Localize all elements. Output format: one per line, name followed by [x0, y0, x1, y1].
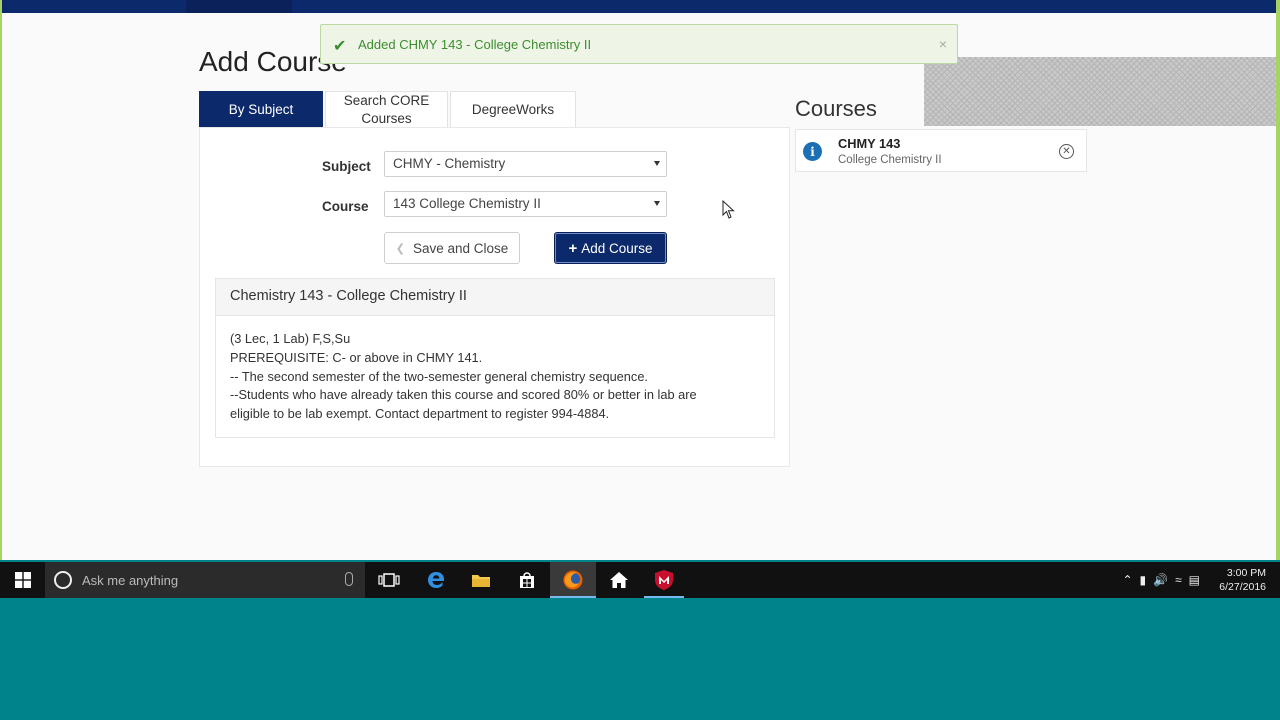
- overlay-pattern: [924, 57, 1276, 126]
- remove-course-icon[interactable]: ✕: [1059, 144, 1074, 159]
- courses-panel-title: Courses: [795, 96, 877, 121]
- top-nav-bar: [0, 0, 1280, 13]
- taskbar-search-box[interactable]: Ask me anything: [45, 562, 365, 598]
- task-view-button[interactable]: [370, 562, 408, 598]
- task-view-icon: [378, 573, 400, 587]
- tab-by-subject[interactable]: By Subject: [199, 91, 323, 127]
- firefox-taskbar-button[interactable]: [550, 562, 596, 598]
- home-icon: [610, 572, 628, 588]
- file-explorer-button[interactable]: [462, 562, 500, 598]
- clock[interactable]: 3:00 PM 6/27/2016: [1219, 566, 1266, 594]
- tab-degreeworks[interactable]: DegreeWorks: [450, 91, 576, 127]
- save-and-close-button[interactable]: ❮ Save and Close: [384, 232, 520, 264]
- top-nav-item[interactable]: [186, 0, 292, 13]
- edge-browser-icon: [428, 572, 444, 588]
- course-detail-heading: Chemistry 143 - College Chemistry II: [216, 279, 774, 316]
- selected-course-item[interactable]: i CHMY 143 College Chemistry II ✕: [795, 129, 1087, 172]
- save-and-close-label: Save and Close: [412, 240, 509, 256]
- plus-icon: +: [568, 239, 578, 257]
- search-placeholder: Ask me anything: [82, 573, 179, 588]
- window-border: [0, 0, 2, 560]
- course-detail-line: PREREQUISITE: C- or above in CHMY 141.: [230, 349, 483, 365]
- mouse-cursor-icon: [722, 200, 735, 219]
- volume-icon[interactable]: 🔊: [1153, 573, 1168, 587]
- info-icon[interactable]: i: [803, 142, 822, 161]
- mcafee-shield-icon: [655, 570, 673, 590]
- home-taskbar-button[interactable]: [600, 562, 638, 598]
- mcafee-taskbar-button[interactable]: [644, 562, 684, 598]
- tab-label: Search CORE Courses: [343, 92, 430, 126]
- course-detail-line: eligible to be lab exempt. Contact depar…: [230, 406, 610, 422]
- subject-label: Subject: [322, 159, 371, 174]
- tab-label: DegreeWorks: [471, 101, 555, 117]
- tab-search-core-courses[interactable]: Search CORE Courses: [325, 91, 448, 127]
- clock-date: 6/27/2016: [1219, 581, 1266, 593]
- course-code: CHMY 143: [838, 136, 901, 151]
- course-select[interactable]: 143 College Chemistry II: [384, 191, 667, 217]
- desktop-background: [0, 598, 1280, 720]
- add-course-label: Add Course: [581, 240, 653, 256]
- system-tray: ⌃ ▮ 🔊 ≈ ▤: [1122, 573, 1200, 587]
- browser-viewport: Add Course By Subject Search CORE Course…: [0, 0, 1280, 560]
- folder-icon: [472, 575, 490, 587]
- store-bag-icon: [520, 572, 534, 588]
- course-detail-card: Chemistry 143 - College Chemistry II (3 …: [215, 278, 775, 438]
- firefox-icon: [563, 570, 583, 590]
- store-taskbar-button[interactable]: [508, 562, 546, 598]
- notifications-icon[interactable]: ▤: [1189, 573, 1200, 587]
- wifi-icon[interactable]: ≈: [1175, 573, 1182, 587]
- subject-select-value: CHMY - Chemistry: [393, 156, 506, 171]
- edge-taskbar-button[interactable]: [417, 562, 455, 598]
- microphone-icon[interactable]: [345, 572, 353, 586]
- course-name: College Chemistry II: [838, 154, 942, 166]
- toast-message: Added CHMY 143 - College Chemistry II: [358, 37, 592, 52]
- tab-label: By Subject: [228, 101, 294, 117]
- windows-taskbar: Ask me anything ⌃ ▮ 🔊 ≈ ▤ 3:00 PM 6/27/2…: [0, 562, 1280, 598]
- window-border: [1276, 0, 1280, 560]
- chevron-left-icon: ❮: [395, 242, 405, 255]
- course-detail-line: (3 Lec, 1 Lab) F,S,Su: [230, 331, 351, 346]
- course-select-value: 143 College Chemistry II: [393, 196, 541, 211]
- course-detail-line: --Students who have already taken this c…: [230, 387, 697, 403]
- check-icon: ✔: [333, 38, 347, 55]
- course-detail-line: -- The second semester of the two-semest…: [230, 368, 648, 384]
- caret-down-icon: [654, 201, 660, 206]
- cortana-icon: [54, 571, 72, 589]
- start-button[interactable]: [0, 562, 45, 598]
- subject-select[interactable]: CHMY - Chemistry: [384, 151, 667, 177]
- success-toast: ✔ Added CHMY 143 - College Chemistry II …: [320, 24, 958, 64]
- course-label: Course: [322, 199, 369, 214]
- add-course-button[interactable]: + Add Course: [554, 232, 667, 264]
- course-detail-body: (3 Lec, 1 Lab) F,S,Su PREREQUISITE: C- o…: [216, 316, 774, 438]
- clock-time: 3:00 PM: [1226, 567, 1266, 579]
- windows-logo-icon: [14, 572, 31, 588]
- battery-icon[interactable]: ▮: [1140, 573, 1147, 587]
- caret-down-icon: [654, 161, 660, 166]
- close-icon[interactable]: ×: [939, 36, 947, 52]
- chevron-up-icon[interactable]: ⌃: [1122, 573, 1132, 587]
